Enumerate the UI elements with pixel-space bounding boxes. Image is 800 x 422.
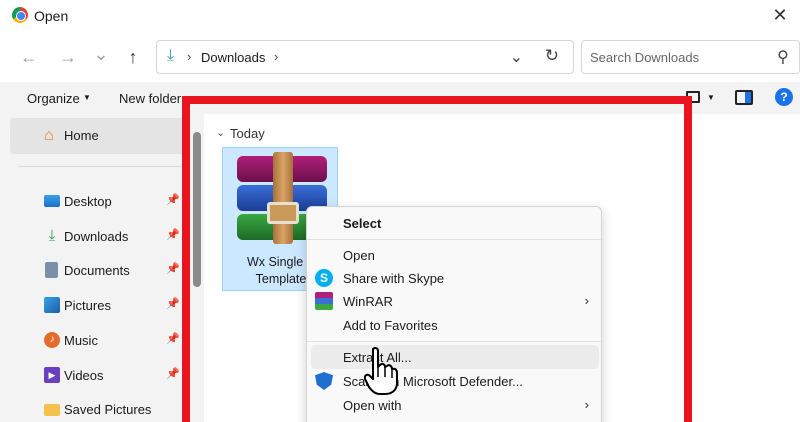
menu-divider: [307, 239, 603, 240]
address-bar[interactable]: ⤓ › Downloads › ⌄ ↻: [156, 40, 574, 74]
help-icon[interactable]: ?: [775, 88, 793, 106]
sidebar-item-label: Pictures: [64, 298, 111, 313]
menu-item-select[interactable]: Select: [311, 211, 599, 235]
window-title: Open: [34, 8, 69, 24]
preview-pane-icon[interactable]: [735, 90, 753, 105]
home-icon: ⌂: [44, 127, 54, 144]
caret-down-icon[interactable]: ▼: [83, 93, 91, 102]
menu-item-label: Select: [343, 216, 382, 231]
menu-item-label: Open with: [343, 398, 402, 413]
sidebar-item-label: Saved Pictures: [64, 402, 152, 417]
desktop-icon: [44, 195, 60, 207]
divider: [18, 166, 183, 167]
chevron-right-icon: ›: [584, 293, 589, 308]
file-open-dialog: Open ✕ ← → ⌄ ↑ ⤓ › Downloads › ⌄ ↻ Searc…: [0, 0, 800, 422]
pin-icon: 📌: [166, 298, 180, 310]
sidebar-item-music[interactable]: ♪ Music 📌: [10, 326, 185, 356]
folder-icon: [44, 404, 60, 416]
sidebar-item-downloads[interactable]: ⤓ Downloads 📌: [10, 222, 185, 252]
shield-icon: [315, 372, 333, 390]
menu-item-open[interactable]: Open: [311, 243, 599, 267]
back-button[interactable]: ←: [16, 44, 42, 70]
chevron-right-icon: ›: [584, 397, 589, 412]
menu-item-open-with[interactable]: Open with ›: [311, 393, 599, 417]
chevron-down-icon[interactable]: ⌄: [510, 47, 523, 67]
pin-icon: 📌: [166, 263, 180, 275]
close-button[interactable]: ✕: [770, 5, 790, 25]
search-input[interactable]: Search Downloads: [590, 50, 699, 65]
hand-cursor-icon: [364, 347, 398, 395]
chevron-right-icon[interactable]: ›: [274, 49, 278, 64]
forward-button[interactable]: →: [55, 44, 81, 70]
downloads-icon: ⤓: [167, 47, 175, 64]
menu-item-label: Open: [343, 248, 375, 263]
new-folder-button[interactable]: New folder: [119, 91, 181, 106]
menu-item-label: WinRAR: [343, 294, 393, 309]
sidebar-item-label: Videos: [64, 368, 104, 383]
sidebar-item-label: Documents: [64, 263, 130, 278]
search-icon: ⚲: [777, 49, 789, 66]
menu-item-extract-all[interactable]: Extract All...: [311, 345, 599, 369]
title-bar: Open ✕: [0, 0, 800, 32]
menu-item-scan-defender[interactable]: Scan with Microsoft Defender...: [311, 369, 599, 393]
pin-icon: 📌: [166, 194, 180, 206]
sidebar-item-documents[interactable]: Documents 📌: [10, 256, 185, 286]
menu-item-label: Add to Favorites: [343, 318, 438, 333]
breadcrumb-downloads[interactable]: Downloads: [201, 50, 265, 65]
sidebar-item-label: Desktop: [64, 194, 112, 209]
menu-item-label: Share with Skype: [343, 271, 445, 286]
menu-item-winrar[interactable]: WinRAR ›: [311, 289, 599, 313]
search-box[interactable]: Search Downloads ⚲: [581, 40, 800, 74]
sidebar-item-label: Downloads: [64, 229, 129, 244]
navigation-pane: ⌂ Home Desktop 📌 ⤓ Downloads 📌 Documents…: [0, 114, 190, 422]
menu-item-share-skype[interactable]: S Share with Skype: [311, 266, 599, 290]
pin-icon: 📌: [166, 333, 180, 345]
winrar-icon: [315, 292, 333, 310]
chevron-right-icon: ›: [187, 49, 192, 64]
sidebar-item-desktop[interactable]: Desktop 📌: [10, 187, 185, 217]
caret-down-icon[interactable]: ▼: [707, 93, 715, 102]
sidebar-item-saved-pictures[interactable]: Saved Pictures: [10, 395, 185, 422]
sidebar-item-label: Music: [64, 333, 98, 348]
music-icon: ♪: [44, 332, 60, 348]
organize-button[interactable]: Organize: [27, 91, 80, 106]
recent-locations-button[interactable]: ⌄: [88, 41, 114, 67]
navigation-bar: ← → ⌄ ↑ ⤓ › Downloads › ⌄ ↻ Search Downl…: [0, 32, 800, 82]
up-button[interactable]: ↑: [120, 44, 146, 70]
videos-icon: ▶: [44, 367, 60, 383]
context-menu: Select Open S Share with Skype WinRAR › …: [306, 206, 603, 422]
refresh-icon[interactable]: ↻: [545, 46, 559, 66]
chrome-icon: [12, 7, 28, 23]
pin-icon: 📌: [166, 229, 180, 241]
sidebar-item-label: Home: [64, 128, 99, 143]
sidebar-item-pictures[interactable]: Pictures 📌: [10, 291, 185, 321]
downloads-icon: ⤓: [48, 227, 56, 244]
pin-icon: 📌: [166, 368, 180, 380]
skype-icon: S: [315, 269, 333, 287]
sidebar-item-home[interactable]: ⌂ Home: [10, 118, 190, 154]
documents-icon: [45, 262, 58, 278]
pictures-icon: [44, 297, 60, 313]
sidebar-item-videos[interactable]: ▶ Videos 📌: [10, 361, 185, 391]
menu-item-add-favorites[interactable]: Add to Favorites: [311, 313, 599, 337]
menu-divider: [307, 341, 603, 342]
